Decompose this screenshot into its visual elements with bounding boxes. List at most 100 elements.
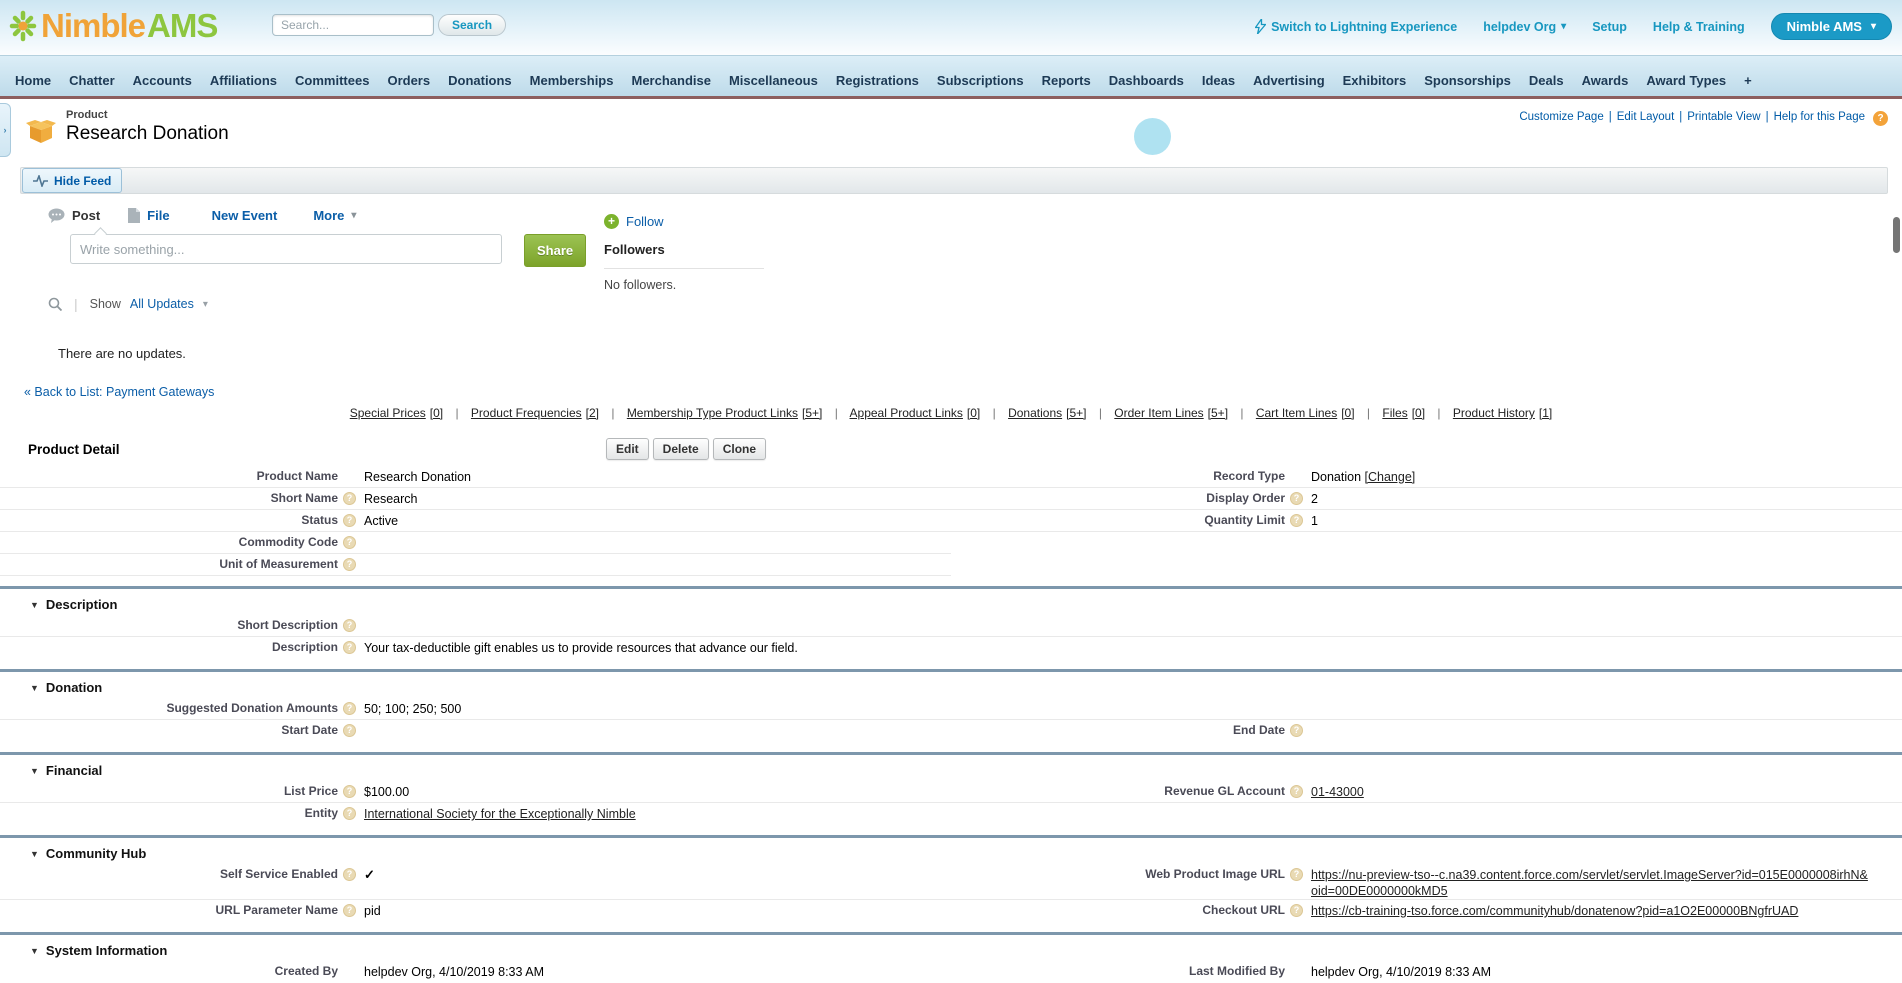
help-for-page-link[interactable]: Help for this Page	[1774, 111, 1865, 123]
tab-merchandise[interactable]: Merchandise	[622, 73, 719, 88]
tab-orders[interactable]: Orders	[378, 73, 439, 88]
separator: |	[455, 406, 458, 420]
section-divider	[0, 932, 1902, 935]
field-help-icon[interactable]: ?	[343, 536, 356, 549]
related-link-appeal-product-links[interactable]: Appeal Product Links[0]	[850, 406, 981, 420]
field-help-icon[interactable]: ?	[1290, 785, 1303, 798]
search-icon[interactable]	[48, 297, 62, 311]
related-link-files[interactable]: Files[0]	[1382, 406, 1425, 420]
add-tab-button[interactable]: +	[1735, 73, 1761, 88]
field-help-icon[interactable]: ?	[1290, 868, 1303, 881]
web-product-image-url-link[interactable]: https://nu-preview-tso--c.na39.content.f…	[1311, 868, 1868, 898]
setup-link[interactable]: Setup	[1592, 20, 1627, 34]
related-link-order-item-lines[interactable]: Order Item Lines[5+]	[1114, 406, 1228, 420]
tab-home[interactable]: Home	[6, 73, 60, 88]
tab-advertising[interactable]: Advertising	[1244, 73, 1334, 88]
detail-row: List Price ? $100.00 Revenue GL Account …	[0, 781, 1902, 803]
tab-accounts[interactable]: Accounts	[124, 73, 201, 88]
tab-miscellaneous[interactable]: Miscellaneous	[720, 73, 827, 88]
tab-committees[interactable]: Committees	[286, 73, 378, 88]
clone-button[interactable]: Clone	[713, 438, 766, 460]
field-help-icon[interactable]: ?	[343, 868, 356, 881]
tab-award-types[interactable]: Award Types	[1637, 73, 1735, 88]
more-actions-tab[interactable]: More ▾	[313, 208, 356, 223]
file-tab[interactable]: File	[128, 208, 169, 223]
separator: |	[835, 406, 838, 420]
related-link-product-history[interactable]: Product History[1]	[1453, 406, 1552, 420]
new-event-tab[interactable]: New Event	[212, 208, 278, 223]
org-menu[interactable]: helpdev Org ▾	[1483, 20, 1566, 34]
revenue-gl-account-link[interactable]: 01-43000	[1311, 785, 1364, 799]
related-link-product-frequencies[interactable]: Product Frequencies[2]	[471, 406, 599, 420]
tab-sponsorships[interactable]: Sponsorships	[1415, 73, 1520, 88]
follow-link[interactable]: Follow	[626, 214, 664, 229]
post-text-input[interactable]	[70, 234, 502, 264]
field-label: Self Service Enabled	[20, 867, 338, 882]
tab-exhibitors[interactable]: Exhibitors	[1334, 73, 1416, 88]
hide-feed-button[interactable]: Hide Feed	[22, 168, 122, 193]
delete-button[interactable]: Delete	[653, 438, 709, 460]
entity-link[interactable]: International Society for the Exceptiona…	[364, 807, 636, 821]
detail-heading: Product Detail	[28, 438, 1888, 457]
tab-deals[interactable]: Deals	[1520, 73, 1573, 88]
switch-to-lightning-link[interactable]: Switch to Lightning Experience	[1255, 19, 1457, 34]
scrollbar-thumb[interactable]	[1893, 217, 1900, 253]
system-information-table: Created By ? helpdev Org, 4/10/2019 8:33…	[0, 961, 1902, 983]
related-link-donations[interactable]: Donations[5+]	[1008, 406, 1086, 420]
tab-memberships[interactable]: Memberships	[521, 73, 623, 88]
field-help-icon[interactable]: ?	[343, 641, 356, 654]
field-label: Entity	[20, 806, 338, 821]
section-header-description[interactable]: ▼ Description	[30, 597, 1902, 612]
help-training-link[interactable]: Help & Training	[1653, 20, 1745, 34]
section-header-financial[interactable]: ▼ Financial	[30, 763, 1902, 778]
back-to-list-link[interactable]: « Back to List: Payment Gateways	[24, 385, 214, 399]
tab-reports[interactable]: Reports	[1033, 73, 1100, 88]
field-help-icon[interactable]: ?	[1290, 514, 1303, 527]
feed-filter-select[interactable]: All Updates	[130, 297, 194, 311]
related-link-membership-type-product-links[interactable]: Membership Type Product Links[5+]	[627, 406, 823, 420]
share-button[interactable]: Share	[524, 234, 586, 267]
field-help-icon[interactable]: ?	[343, 807, 356, 820]
field-help-icon[interactable]: ?	[343, 492, 356, 505]
field-help-icon[interactable]: ?	[343, 558, 356, 571]
tab-subscriptions[interactable]: Subscriptions	[928, 73, 1033, 88]
search-button[interactable]: Search	[438, 14, 506, 36]
app-header: Nimble AMS Search Switch to Lightning Ex…	[0, 0, 1902, 55]
app-menu-button[interactable]: Nimble AMS ▾	[1771, 13, 1892, 40]
field-value: 50; 100; 250; 500	[364, 701, 461, 717]
field-help-icon[interactable]: ?	[1290, 724, 1303, 737]
tab-donations[interactable]: Donations	[439, 73, 521, 88]
field-help-icon[interactable]: ?	[343, 514, 356, 527]
field-help-icon[interactable]: ?	[343, 904, 356, 917]
field-help-icon[interactable]: ?	[1290, 904, 1303, 917]
field-label: Short Description	[20, 618, 338, 633]
tab-affiliations[interactable]: Affiliations	[201, 73, 286, 88]
customize-page-link[interactable]: Customize Page	[1519, 111, 1603, 123]
sidebar-expand-tab[interactable]: ›	[0, 103, 11, 157]
tab-chatter[interactable]: Chatter	[60, 73, 124, 88]
section-header-community-hub[interactable]: ▼ Community Hub	[30, 846, 1902, 861]
related-link-cart-item-lines[interactable]: Cart Item Lines[0]	[1256, 406, 1355, 420]
edit-button[interactable]: Edit	[606, 438, 649, 460]
edit-layout-link[interactable]: Edit Layout	[1617, 111, 1675, 123]
related-link-special-prices[interactable]: Special Prices[0]	[350, 406, 443, 420]
tab-awards[interactable]: Awards	[1573, 73, 1638, 88]
printable-view-link[interactable]: Printable View	[1687, 111, 1760, 123]
change-record-type-link[interactable]: [Change]	[1365, 470, 1416, 484]
page-help-icon[interactable]: ?	[1873, 111, 1888, 126]
field-help-icon[interactable]: ?	[1290, 492, 1303, 505]
chevron-down-icon: ▾	[351, 210, 356, 221]
post-tab[interactable]: Post	[48, 208, 100, 223]
tab-dashboards[interactable]: Dashboards	[1100, 73, 1193, 88]
section-header-system-information[interactable]: ▼ System Information	[30, 943, 1902, 958]
section-header-donation[interactable]: ▼ Donation	[30, 680, 1902, 695]
field-help-icon[interactable]: ?	[343, 702, 356, 715]
field-help-icon[interactable]: ?	[343, 785, 356, 798]
field-help-icon[interactable]: ?	[343, 619, 356, 632]
tab-registrations[interactable]: Registrations	[827, 73, 928, 88]
tab-ideas[interactable]: Ideas	[1193, 73, 1244, 88]
field-help-icon[interactable]: ?	[343, 724, 356, 737]
global-search-input[interactable]	[272, 14, 434, 36]
checkout-url-link[interactable]: https://cb-training-tso.force.com/commun…	[1311, 904, 1798, 918]
field-label: Revenue GL Account	[951, 784, 1285, 799]
